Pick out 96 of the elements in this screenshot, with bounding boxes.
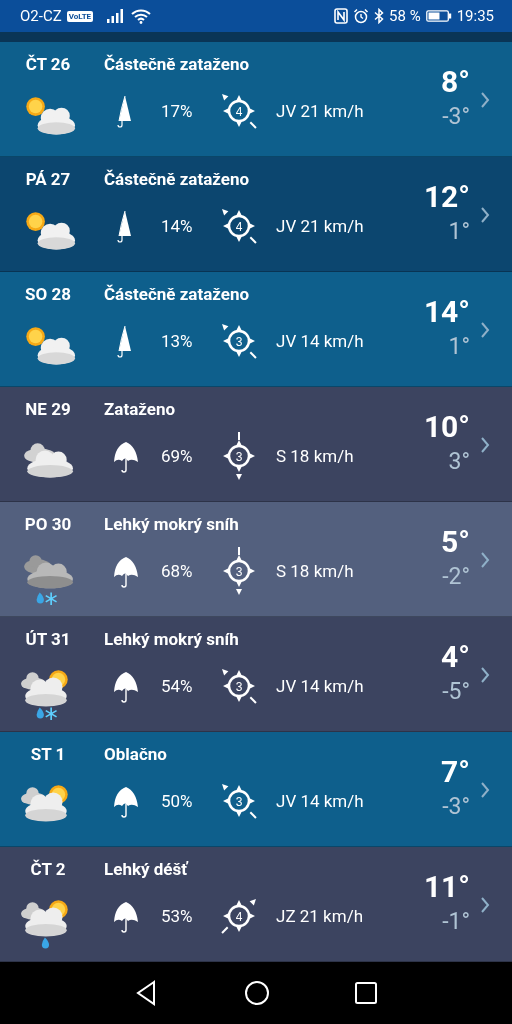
wind-compass-icon (222, 669, 257, 704)
wind-speed: JV 14 km/h (276, 331, 364, 351)
precipitation-chance: 69% (161, 446, 194, 466)
low-temperature: -5° (442, 677, 470, 707)
high-temperature: 11° (423, 869, 470, 905)
battery-percent: 58 % (389, 7, 421, 25)
umbrella-icon (113, 554, 139, 588)
condition-text: Zataženo (104, 399, 177, 419)
wind-compass-icon (221, 899, 256, 934)
day-label: ÚT 31 (24, 629, 72, 649)
wind-compass-icon (223, 432, 255, 480)
volte-badge: VoLTE (66, 10, 94, 22)
chevron-icon (480, 206, 490, 224)
low-temperature: 3° (448, 447, 470, 477)
carrier-name: O2-CZ (20, 7, 62, 25)
condition-text: Lehký mokrý sníh (104, 629, 240, 649)
wifi-icon (131, 8, 152, 24)
condition-text: Lehký déšť (104, 859, 190, 879)
condition-text: Lehký mokrý sníh (104, 514, 240, 534)
wind-force: 3 (235, 794, 243, 809)
precipitation-chance: 14% (161, 216, 194, 236)
wind-speed: JV 21 km/h (276, 216, 364, 236)
wind-compass-icon (222, 784, 257, 819)
home-button[interactable] (244, 980, 270, 1006)
bluetooth-icon (374, 8, 385, 24)
precipitation-chance: 68% (161, 561, 194, 581)
forecast-row[interactable]: PÁ 27 Částečně zataženo 14% 4 JV 21 km/h 12° 1° (0, 157, 512, 272)
recents-button[interactable] (354, 981, 378, 1005)
day-label: ST 1 (29, 744, 67, 764)
wind-speed: S 18 km/h (276, 561, 354, 581)
high-temperature: 5° (441, 524, 470, 560)
high-temperature: 14° (423, 294, 470, 330)
wind-force: 3 (235, 564, 243, 579)
chevron-icon (480, 781, 490, 799)
wind-compass-icon (222, 209, 257, 244)
wind-compass-icon (222, 324, 257, 359)
wind-force: 4 (235, 909, 243, 924)
wind-force: 3 (235, 449, 243, 464)
high-temperature: 4° (441, 639, 470, 675)
low-temperature: 1° (448, 217, 470, 247)
wind-force: 3 (235, 334, 243, 349)
day-label: ČT 26 (24, 54, 72, 74)
umbrella-icon (113, 784, 139, 818)
condition-text: Částečně zataženo (104, 169, 251, 189)
low-temperature: -1° (442, 907, 470, 937)
chevron-icon (480, 436, 490, 454)
forecast-row[interactable]: NE 29 Zataženo 69% 3 S 18 km/h 10° 3° (0, 387, 512, 502)
high-temperature: 7° (441, 754, 470, 790)
battery-icon (425, 10, 452, 22)
condition-text: Částečně zataženo (104, 54, 251, 74)
condition-text: Částečně zataženo (104, 284, 251, 304)
wind-force: 4 (235, 219, 243, 234)
high-temperature: 10° (423, 409, 470, 445)
umbrella-icon (113, 439, 139, 473)
day-label: ČT 2 (29, 859, 67, 879)
forecast-row[interactable]: SO 28 Částečně zataženo 13% 3 JV 14 km/h 14° 1° (0, 272, 512, 387)
day-label: PÁ 27 (24, 169, 72, 189)
day-label: SO 28 (24, 284, 72, 304)
chevron-icon (480, 896, 490, 914)
low-temperature: -3° (442, 792, 470, 822)
forecast-row[interactable]: PO 30 Lehký mokrý sníh 68% 3 S 18 km/h 5° -2° (0, 502, 512, 617)
umbrella-icon (113, 899, 139, 933)
wind-compass-icon (223, 547, 255, 595)
wind-speed: JZ 21 km/h (276, 906, 363, 926)
high-temperature: 8° (441, 64, 470, 100)
wind-speed: JV 21 km/h (276, 101, 364, 121)
chevron-icon (480, 321, 490, 339)
precipitation-chance: 54% (161, 676, 194, 696)
chevron-icon (480, 91, 490, 109)
chevron-icon (480, 666, 490, 684)
nfc-icon (334, 8, 349, 24)
wind-force: 4 (235, 104, 243, 119)
forecast-row[interactable]: ÚT 31 Lehký mokrý sníh 54% 3 JV 14 km/h 4° -5° (0, 617, 512, 732)
precipitation-chance: 50% (161, 791, 194, 811)
forecast-row[interactable]: ST 1 Oblačno 50% 3 JV 14 km/h 7° -3° (0, 732, 512, 847)
wind-speed: JV 14 km/h (276, 791, 364, 811)
low-temperature: -3° (442, 102, 470, 132)
chevron-icon (480, 551, 490, 569)
day-label: NE 29 (24, 399, 72, 419)
condition-text: Oblačno (104, 744, 168, 764)
clock-time: 19:35 (456, 7, 494, 25)
forecast-row[interactable]: ČT 2 Lehký déšť 53% 4 JZ 21 km/h 11° -1° (0, 847, 512, 962)
day-label: PO 30 (23, 514, 73, 534)
low-temperature: -2° (442, 562, 470, 592)
precipitation-chance: 17% (161, 101, 194, 121)
high-temperature: 12° (423, 179, 470, 215)
wind-compass-icon (222, 94, 257, 129)
wind-speed: JV 14 km/h (276, 676, 364, 696)
wind-force: 3 (235, 679, 243, 694)
forecast-row[interactable]: ČT 26 Částečně zataženo 17% 4 JV 21 km/h 8° -3° (0, 42, 512, 157)
alarm-icon (353, 8, 370, 24)
umbrella-icon (113, 669, 139, 703)
wind-speed: S 18 km/h (276, 446, 354, 466)
precipitation-chance: 13% (161, 331, 194, 351)
precipitation-chance: 53% (161, 906, 194, 926)
low-temperature: 1° (448, 332, 470, 362)
